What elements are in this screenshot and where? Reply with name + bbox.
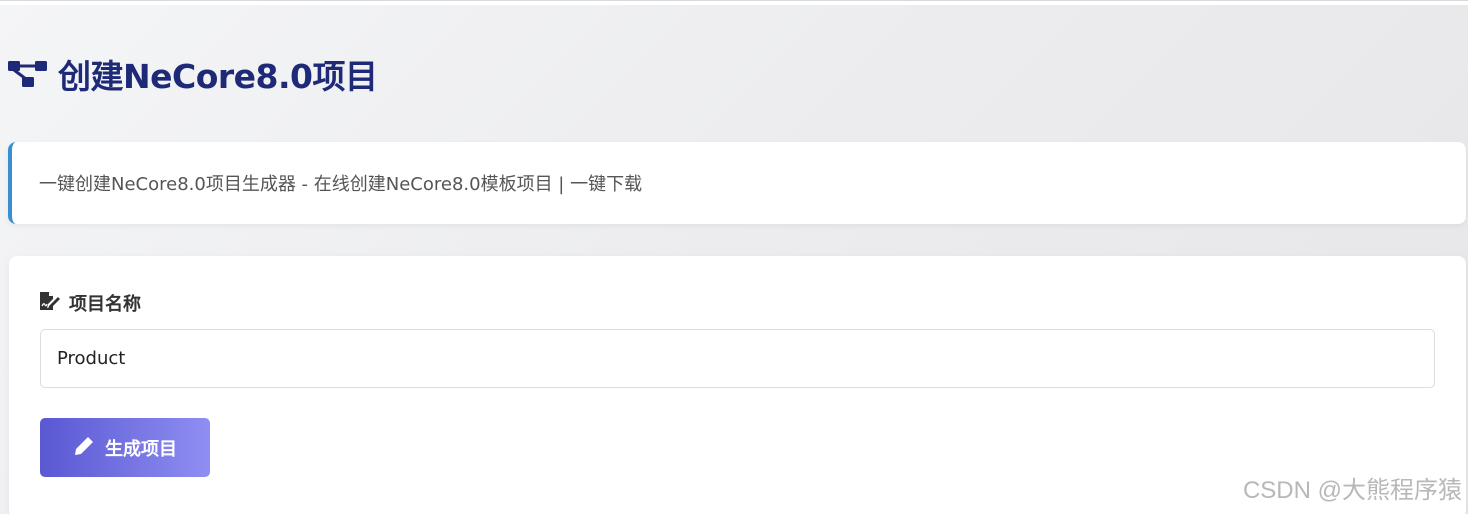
description-banner: 一键创建NeCore8.0项目生成器 - 在线创建NeCore8.0模板项目 |… bbox=[8, 142, 1466, 224]
file-signature-icon bbox=[39, 291, 61, 315]
page-header: 创建NeCore8.0项目 bbox=[8, 50, 378, 98]
banner-text: 一键创建NeCore8.0项目生成器 - 在线创建NeCore8.0模板项目 |… bbox=[39, 174, 643, 195]
generate-project-button[interactable]: 生成项目 bbox=[40, 418, 210, 477]
pen-icon bbox=[73, 435, 95, 460]
watermark: CSDN @大熊程序猿 bbox=[1242, 477, 1462, 504]
page-title: 创建NeCore8.0项目 bbox=[58, 57, 378, 96]
project-name-label-text: 项目名称 bbox=[69, 294, 141, 315]
project-diagram-icon bbox=[8, 58, 48, 90]
generate-button-label: 生成项目 bbox=[105, 438, 177, 459]
top-divider bbox=[0, 0, 1468, 5]
project-name-label: 项目名称 bbox=[39, 290, 141, 316]
project-name-input[interactable] bbox=[40, 329, 1435, 388]
